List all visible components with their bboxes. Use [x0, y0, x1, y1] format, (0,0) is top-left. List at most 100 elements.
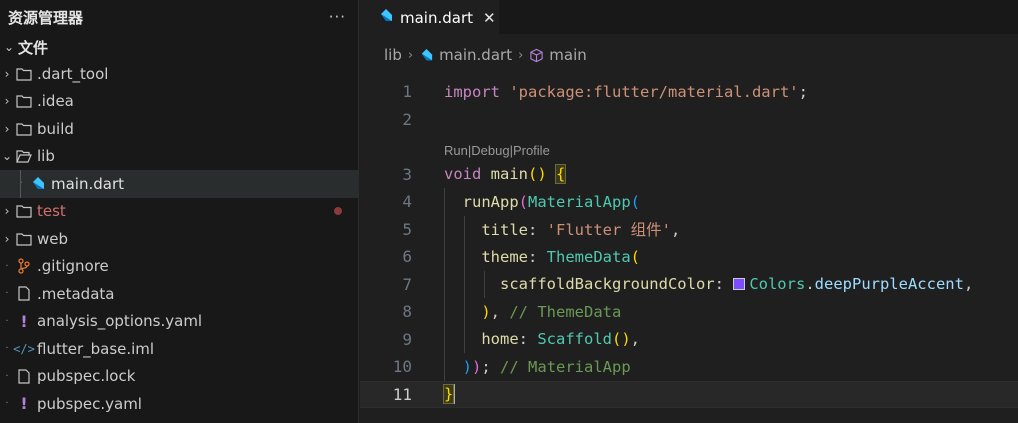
- line-number: 9: [402, 329, 412, 349]
- code-text: title: 'Flutter 组件',: [444, 218, 680, 240]
- line-number: 5: [402, 219, 412, 239]
- bracket: (): [528, 165, 547, 184]
- tree-spacer: ·: [5, 398, 9, 410]
- code-line: 1 import 'package:flutter/material.dart'…: [360, 78, 1018, 106]
- tree-folder-idea[interactable]: › .idea: [0, 88, 358, 116]
- codelens-debug[interactable]: Debug: [471, 143, 509, 158]
- code-text: runApp(MaterialApp(: [444, 193, 640, 211]
- codelens-profile[interactable]: Profile: [513, 143, 550, 158]
- codelens-run[interactable]: Run: [444, 143, 468, 158]
- tree-file-metadata[interactable]: · .metadata: [0, 280, 358, 308]
- tree-item-label: web: [37, 229, 69, 248]
- bracket: (: [630, 247, 641, 266]
- breadcrumb-item-lib[interactable]: lib: [384, 46, 402, 64]
- tree-item-label: .metadata: [37, 284, 115, 303]
- class-name: MaterialApp: [528, 192, 631, 211]
- function-name: runApp: [462, 192, 519, 211]
- breadcrumb: lib › main.dart › main: [360, 34, 1018, 76]
- bracket: }: [442, 383, 455, 404]
- section-files[interactable]: ⌄ 文件: [0, 34, 358, 60]
- code-line: 3 void main() {: [360, 161, 1018, 189]
- more-actions-icon[interactable]: ···: [329, 8, 346, 26]
- class-name: Colors: [749, 275, 806, 294]
- tree-item-label: lib: [37, 147, 55, 166]
- text-cursor: [453, 384, 456, 405]
- indent-guide: [20, 170, 21, 198]
- code-line: 10 )); // MaterialApp: [360, 353, 1018, 381]
- code-line: 7 scaffoldBackgroundColor: Colors.deepPu…: [360, 270, 1018, 298]
- tree-item-label: build: [37, 119, 74, 138]
- property: theme: [481, 247, 528, 266]
- tab-main-dart[interactable]: main.dart ✕: [360, 0, 499, 34]
- punct: ,: [671, 221, 681, 240]
- keyword: void: [444, 165, 482, 184]
- tree-spacer: ·: [5, 370, 9, 382]
- folder-icon: [16, 93, 32, 109]
- tree-item-label: .idea: [37, 92, 74, 111]
- tree-file-pubspec-lock[interactable]: · pubspec.lock: [0, 363, 358, 391]
- tree-folder-test[interactable]: › test: [0, 198, 358, 226]
- punct: :: [518, 330, 538, 349]
- tree-file-analysis-options[interactable]: · ! analysis_options.yaml: [0, 308, 358, 336]
- breadcrumb-item-main-dart[interactable]: main.dart: [419, 46, 512, 64]
- tree-file-main-dart[interactable]: · main.dart: [0, 170, 358, 198]
- chevron-right-icon: ›: [4, 121, 10, 136]
- code-line: 6 theme: ThemeData(: [360, 243, 1018, 271]
- property: scaffoldBackgroundColor: [500, 275, 715, 294]
- line-number: 4: [402, 192, 412, 212]
- property: home: [481, 330, 519, 349]
- tree-item-label: flutter_base.iml: [37, 339, 155, 358]
- code-editor[interactable]: 1 import 'package:flutter/material.dart'…: [360, 78, 1018, 408]
- member: deepPurpleAccent: [814, 275, 964, 294]
- tree-folder-build[interactable]: › build: [0, 115, 358, 143]
- line-number: 11: [392, 384, 412, 404]
- dart-file-icon: [378, 8, 394, 28]
- close-icon[interactable]: ✕: [483, 9, 496, 27]
- string: 'package:flutter/material.dart': [509, 82, 799, 101]
- code-text: void main() {: [444, 164, 567, 185]
- breadcrumb-label: main: [549, 46, 587, 64]
- editor-area: main.dart ✕ lib › main.dart › main 1 imp…: [360, 0, 1018, 423]
- chevron-right-icon: ›: [4, 94, 10, 109]
- tree-folder-web[interactable]: › web: [0, 225, 358, 253]
- chevron-down-icon: ⌄: [1, 149, 13, 164]
- file-icon: [16, 368, 32, 384]
- tree-item-label: pubspec.yaml: [37, 394, 142, 413]
- git-icon: [16, 258, 32, 274]
- tree-spacer: ·: [5, 315, 9, 327]
- punct: :: [528, 247, 547, 266]
- line-number: 7: [402, 274, 412, 294]
- punct: :: [528, 221, 547, 240]
- explorer-sidebar: 资源管理器 ··· ⌄ 文件 › .dart_tool › .idea › bu…: [0, 0, 359, 423]
- bracket: (): [611, 330, 631, 349]
- string: 'Flutter 组件': [546, 221, 671, 240]
- tree-file-pubspec-yaml[interactable]: · ! pubspec.yaml: [0, 390, 358, 418]
- dart-file-icon: [419, 48, 434, 63]
- bracket: (: [518, 192, 529, 211]
- explorer-title: 资源管理器: [8, 8, 84, 27]
- folder-icon: [16, 66, 32, 82]
- tree-item-label: test: [37, 202, 66, 221]
- tree-folder-dart-tool[interactable]: › .dart_tool: [0, 60, 358, 88]
- tree-item-label: .gitignore: [37, 257, 109, 276]
- code-text: theme: ThemeData(: [444, 248, 640, 266]
- punct: ,: [630, 330, 640, 349]
- function-name: main: [490, 165, 528, 184]
- chevron-right-icon: ›: [4, 204, 10, 219]
- code-line-current: 11 }: [360, 380, 1018, 408]
- color-swatch[interactable]: [733, 278, 746, 291]
- tree-folder-lib[interactable]: ⌄ lib: [0, 143, 358, 171]
- tree-file-iml[interactable]: · </> flutter_base.iml: [0, 335, 358, 363]
- chevron-right-icon: ›: [4, 66, 10, 81]
- chevron-down-icon: ⌄: [3, 40, 15, 54]
- line-number: 8: [402, 302, 412, 322]
- tree-file-gitignore[interactable]: · .gitignore: [0, 253, 358, 281]
- breadcrumb-item-main[interactable]: main: [529, 46, 587, 64]
- tree-spacer: ·: [5, 260, 9, 272]
- section-label: 文件: [18, 38, 49, 57]
- chevron-right-icon: ›: [4, 231, 10, 246]
- tree-spacer: ·: [5, 288, 9, 300]
- tree-item-label: main.dart: [51, 174, 125, 193]
- class-name: Scaffold: [537, 330, 612, 349]
- code-line: 5 title: 'Flutter 组件',: [360, 215, 1018, 243]
